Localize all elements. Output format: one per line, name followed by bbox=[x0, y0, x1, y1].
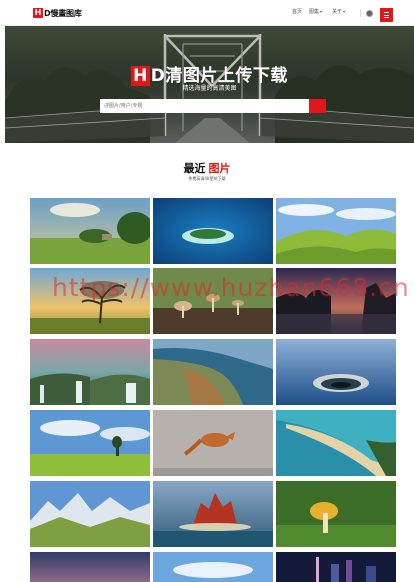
gallery-image[interactable] bbox=[30, 198, 150, 264]
nav-item-home[interactable]: 首页 bbox=[292, 8, 302, 15]
image-thumbnail bbox=[153, 410, 273, 476]
hero-banner: H D清图片上传下载 精选海量的高清美图 bbox=[5, 26, 414, 143]
image-thumbnail bbox=[30, 552, 150, 582]
image-thumbnail bbox=[30, 410, 150, 476]
nav-item-about[interactable]: 关于▾ bbox=[332, 8, 345, 15]
search-bar bbox=[100, 99, 326, 113]
image-thumbnail bbox=[30, 268, 150, 334]
gallery-image[interactable] bbox=[153, 198, 273, 264]
search-button[interactable] bbox=[100, 99, 326, 113]
image-thumbnail bbox=[153, 481, 273, 547]
section-title-highlight: 图片 bbox=[208, 162, 231, 175]
gallery-image[interactable] bbox=[276, 339, 396, 405]
gallery-image[interactable] bbox=[30, 552, 150, 582]
image-thumbnail bbox=[153, 552, 273, 582]
chevron-down-icon: ▾ bbox=[320, 9, 323, 14]
search-input[interactable] bbox=[100, 99, 309, 113]
gallery-image[interactable] bbox=[153, 410, 273, 476]
hero-subtitle: 精选海量的高清美图 bbox=[182, 85, 237, 92]
logo-text: D慢畫图库 bbox=[44, 8, 82, 18]
user-avatar[interactable] bbox=[366, 10, 373, 17]
hamburger-icon bbox=[384, 12, 389, 18]
section-title: 最近 图片 bbox=[0, 160, 414, 176]
chevron-down-icon: ▾ bbox=[343, 9, 346, 14]
image-thumbnail bbox=[153, 198, 273, 264]
image-thumbnail bbox=[153, 268, 273, 334]
menu-button[interactable] bbox=[380, 8, 393, 22]
gallery-image[interactable] bbox=[276, 268, 396, 334]
nav-item-label: 关于 bbox=[332, 9, 343, 15]
image-thumbnail bbox=[276, 339, 396, 405]
top-navigation-bar: H D慢畫图库 首页 图集▾ 关于▾ bbox=[0, 0, 414, 26]
gallery-image[interactable] bbox=[276, 552, 396, 582]
logo-mark: H bbox=[33, 8, 43, 18]
gallery-image[interactable] bbox=[276, 198, 396, 264]
section-subtitle: 免费高清4K壁纸下载 bbox=[188, 176, 226, 181]
nav-divider bbox=[360, 9, 361, 17]
nav-item-label: 图集 bbox=[309, 9, 320, 15]
gallery-image[interactable] bbox=[30, 339, 150, 405]
gallery-image[interactable] bbox=[30, 410, 150, 476]
image-thumbnail bbox=[276, 410, 396, 476]
gallery-image[interactable] bbox=[153, 339, 273, 405]
section-title-text: 最近 bbox=[183, 162, 206, 175]
gallery-image[interactable] bbox=[153, 268, 273, 334]
nav-item-gallery[interactable]: 图集▾ bbox=[309, 8, 322, 15]
image-thumbnail bbox=[30, 198, 150, 264]
image-thumbnail bbox=[276, 268, 396, 334]
image-thumbnail bbox=[276, 552, 396, 582]
gallery-image[interactable] bbox=[30, 268, 150, 334]
gallery-image[interactable] bbox=[153, 481, 273, 547]
gallery-image[interactable] bbox=[153, 552, 273, 582]
image-thumbnail bbox=[30, 339, 150, 405]
gallery-image[interactable] bbox=[276, 410, 396, 476]
image-thumbnail bbox=[276, 198, 396, 264]
image-thumbnail bbox=[30, 481, 150, 547]
gallery-image[interactable] bbox=[276, 481, 396, 547]
image-thumbnail bbox=[276, 481, 396, 547]
gallery-image[interactable] bbox=[30, 481, 150, 547]
image-thumbnail bbox=[153, 339, 273, 405]
site-logo[interactable]: H D慢畫图库 bbox=[33, 7, 82, 19]
nav-item-label: 首页 bbox=[292, 9, 303, 15]
search-icon bbox=[100, 99, 107, 106]
